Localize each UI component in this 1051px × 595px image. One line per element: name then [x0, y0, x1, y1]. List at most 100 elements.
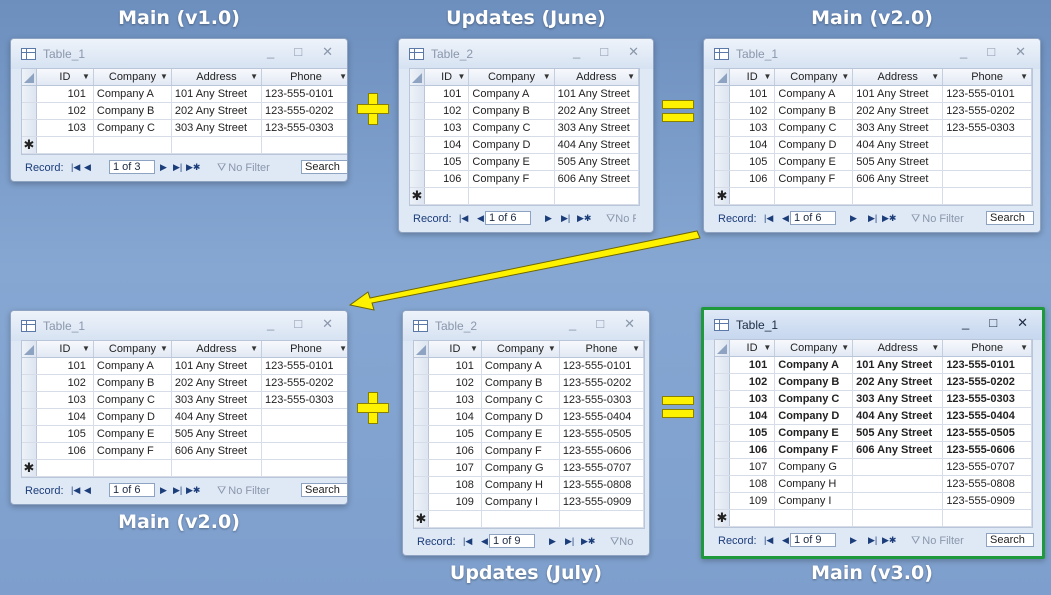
- sort-dropdown-icon[interactable]: ▼: [1020, 343, 1028, 352]
- maximize-icon[interactable]: □: [294, 316, 302, 332]
- sort-dropdown-icon[interactable]: ▼: [250, 72, 258, 81]
- column-header-company[interactable]: Company ▼: [774, 340, 854, 357]
- table-cell[interactable]: 101: [424, 85, 470, 103]
- table-cell[interactable]: 123-555-0303: [942, 390, 1032, 408]
- new-record-nav-icon[interactable]: ▶✱: [581, 536, 595, 547]
- sort-dropdown-icon[interactable]: ▼: [1020, 72, 1028, 81]
- table-cell[interactable]: Company F: [468, 170, 555, 188]
- table-cell[interactable]: [261, 425, 347, 443]
- row-selector[interactable]: [715, 441, 730, 459]
- table-cell[interactable]: 106: [428, 442, 482, 460]
- sort-dropdown-icon[interactable]: ▼: [339, 344, 347, 353]
- datasheet-grid[interactable]: ID ▼ Company ▼ Address ▼ Phone ▼ 101 Company A 101…: [714, 68, 1033, 206]
- table-cell[interactable]: 105: [36, 425, 94, 443]
- table-row[interactable]: 103 Company C 303 Any Street 123-555-0303: [22, 119, 347, 137]
- table-cell[interactable]: Company D: [93, 408, 172, 426]
- row-selector[interactable]: [715, 85, 730, 103]
- record-position-input[interactable]: 1 of 6: [790, 211, 836, 225]
- table-cell[interactable]: 101: [428, 357, 482, 375]
- table-cell[interactable]: Company C: [93, 119, 172, 137]
- table-cell[interactable]: 108: [428, 476, 482, 494]
- table-cell[interactable]: 123-555-0101: [261, 85, 347, 103]
- new-record-nav-icon[interactable]: ▶✱: [882, 213, 896, 224]
- next-record-icon[interactable]: ▶: [160, 162, 167, 173]
- prev-record-icon[interactable]: ◀: [477, 213, 484, 224]
- table-row[interactable]: 104 Company D 123-555-0404: [414, 408, 644, 426]
- table-cell[interactable]: 103: [36, 119, 94, 137]
- window-main-v3[interactable]: Table_1 _ □ ✕ ID ▼ Company ▼ Address ▼ Phone ▼ 101 Co…: [701, 307, 1045, 559]
- table-cell[interactable]: [942, 509, 1032, 527]
- last-record-icon[interactable]: ▶|: [173, 162, 182, 173]
- column-header-company[interactable]: Company ▼: [774, 69, 854, 86]
- table-cell[interactable]: Company E: [774, 153, 854, 171]
- minimize-icon[interactable]: _: [573, 44, 580, 60]
- minimize-icon[interactable]: _: [960, 44, 967, 60]
- table-cell[interactable]: 123-555-0101: [942, 85, 1032, 103]
- new-record-nav-icon[interactable]: ▶✱: [186, 162, 200, 173]
- table-cell[interactable]: 123-555-0707: [559, 459, 644, 477]
- table-cell[interactable]: Company B: [468, 102, 555, 120]
- table-cell[interactable]: Company C: [468, 119, 555, 137]
- table-cell[interactable]: 123-555-0909: [942, 492, 1032, 510]
- column-header-id[interactable]: ID ▼: [36, 341, 94, 358]
- table-cell[interactable]: 303 Any Street: [852, 119, 944, 137]
- row-selector[interactable]: [414, 408, 429, 426]
- table-cell[interactable]: 123-555-0202: [261, 102, 347, 120]
- table-cell[interactable]: 106: [729, 170, 776, 188]
- table-cell[interactable]: 103: [424, 119, 470, 137]
- prev-record-icon[interactable]: ◀: [84, 162, 91, 173]
- datasheet-grid[interactable]: ID ▼ Company ▼ Address ▼ Phone ▼ 101 Company A 101…: [21, 340, 347, 478]
- table-cell[interactable]: [468, 187, 555, 205]
- table-cell[interactable]: [852, 458, 944, 476]
- row-selector[interactable]: [410, 85, 425, 103]
- table-cell[interactable]: Company I: [774, 492, 854, 510]
- minimize-icon[interactable]: _: [569, 316, 576, 332]
- table-cell[interactable]: Company F: [774, 441, 854, 459]
- table-row[interactable]: 104 Company D 404 Any Street 123-555-0404: [715, 407, 1032, 425]
- table-cell[interactable]: 123-555-0101: [261, 357, 347, 375]
- table-cell[interactable]: 109: [428, 493, 482, 511]
- table-cell[interactable]: Company A: [481, 357, 560, 375]
- table-cell[interactable]: 202 Any Street: [171, 102, 263, 120]
- table-row[interactable]: 106 Company F 606 Any Street: [22, 442, 347, 460]
- sort-dropdown-icon[interactable]: ▼: [931, 343, 939, 352]
- table-cell[interactable]: 123-555-0101: [942, 356, 1032, 374]
- table-cell[interactable]: Company D: [774, 136, 854, 154]
- column-header-id[interactable]: ID ▼: [36, 69, 94, 86]
- row-selector[interactable]: [715, 407, 730, 425]
- table-cell[interactable]: 108: [729, 475, 776, 493]
- table-cell[interactable]: 105: [424, 153, 470, 171]
- last-record-icon[interactable]: ▶|: [868, 535, 877, 546]
- row-selector[interactable]: [715, 119, 730, 137]
- column-header-address[interactable]: Address ▼: [554, 69, 639, 86]
- filter-status[interactable]: ⛛No: [610, 536, 641, 549]
- table-cell[interactable]: 123-555-0404: [942, 407, 1032, 425]
- table-cell[interactable]: [261, 408, 347, 426]
- table-row[interactable]: 106 Company F 606 Any Street: [410, 170, 639, 188]
- window-main-v1[interactable]: Table_1 _ □ ✕ ID ▼ Company ▼ Address ▼ Phone ▼ 101 Co…: [10, 38, 348, 182]
- column-header-phone[interactable]: Phone ▼: [261, 341, 347, 358]
- table-cell[interactable]: 505 Any Street: [852, 153, 944, 171]
- table-cell[interactable]: 123-555-0202: [942, 102, 1032, 120]
- table-cell[interactable]: 606 Any Street: [171, 442, 263, 460]
- last-record-icon[interactable]: ▶|: [173, 485, 182, 496]
- table-cell[interactable]: 101: [36, 85, 94, 103]
- row-selector[interactable]: [414, 374, 429, 392]
- table-cell[interactable]: 105: [729, 424, 776, 442]
- table-cell[interactable]: 104: [36, 408, 94, 426]
- table-row[interactable]: 105 Company E 505 Any Street: [410, 153, 639, 171]
- column-header-company[interactable]: Company ▼: [468, 69, 555, 86]
- column-header-company[interactable]: Company ▼: [93, 341, 172, 358]
- record-position-input[interactable]: 1 of 9: [790, 533, 836, 547]
- table-cell[interactable]: Company B: [774, 102, 854, 120]
- table-cell[interactable]: 606 Any Street: [852, 170, 944, 188]
- table-cell[interactable]: 102: [729, 102, 776, 120]
- select-all-corner[interactable]: [410, 69, 425, 86]
- table-cell[interactable]: Company B: [93, 374, 172, 392]
- row-selector[interactable]: [414, 442, 429, 460]
- table-cell[interactable]: 102: [428, 374, 482, 392]
- sort-dropdown-icon[interactable]: ▼: [763, 343, 771, 352]
- table-cell[interactable]: Company E: [93, 425, 172, 443]
- table-cell[interactable]: 404 Any Street: [171, 408, 263, 426]
- table-cell[interactable]: 102: [729, 373, 776, 391]
